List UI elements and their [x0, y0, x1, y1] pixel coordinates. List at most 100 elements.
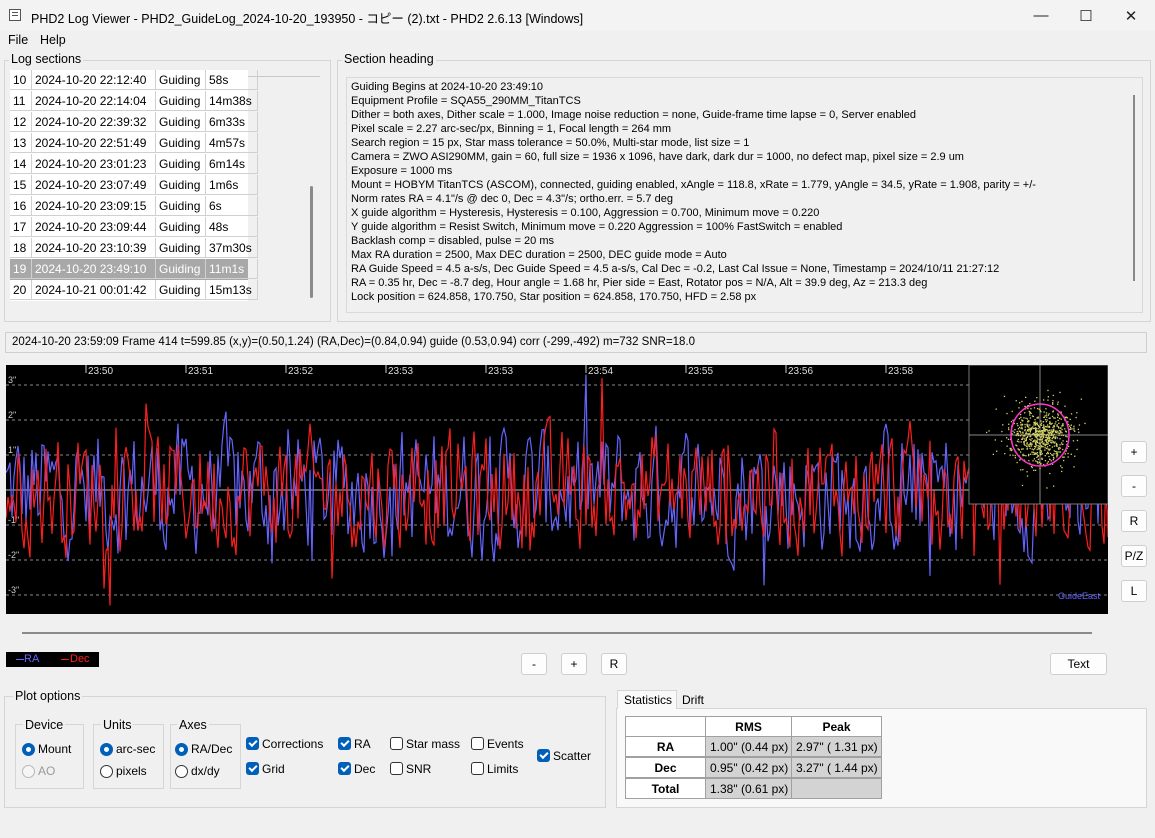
heading-scrollbar[interactable]	[1133, 95, 1135, 281]
mount-radio[interactable]	[22, 743, 35, 756]
guide-graph[interactable]: 23:50 23:51 23:52 23:53 23:53 23:54 23:55 23:56…	[6, 365, 1108, 614]
log-section-type: Guiding	[156, 238, 206, 258]
scatter-point	[1041, 441, 1043, 443]
zoom-in-button[interactable]: +	[1121, 441, 1147, 463]
hzoom-in-button[interactable]: +	[561, 653, 587, 675]
ao-radio[interactable]	[22, 765, 35, 778]
scatter-point	[1060, 427, 1062, 429]
log-section-row[interactable]: 17 2024-10-20 23:09:44 Guiding 48s	[10, 217, 258, 238]
menu-help[interactable]: Help	[40, 33, 66, 47]
scatter-point	[1061, 470, 1063, 473]
text-button[interactable]: Text	[1050, 653, 1107, 675]
scatter-point	[1039, 449, 1041, 451]
scatter-point	[1030, 445, 1033, 447]
scatter-point	[1049, 422, 1051, 424]
log-section-row[interactable]: 18 2024-10-20 23:10:39 Guiding 37m30s	[10, 238, 258, 259]
scatter-point	[1044, 447, 1046, 449]
tab-drift[interactable]: Drift	[682, 693, 704, 707]
scatter-point	[1047, 432, 1050, 434]
scatter-point	[1001, 430, 1003, 433]
scatter-point	[1017, 424, 1019, 427]
scatter-checkbox[interactable]	[537, 749, 550, 762]
scatter-point	[1056, 424, 1058, 426]
scatter-point	[1076, 412, 1078, 414]
dxdy-radio[interactable]	[175, 765, 188, 778]
scatter-point	[1049, 429, 1051, 431]
radec-radio[interactable]	[175, 743, 188, 756]
scatter-point	[1032, 451, 1034, 453]
ra-checkbox[interactable]	[338, 737, 351, 750]
scatter-point	[1052, 441, 1054, 444]
events-checkbox[interactable]	[471, 737, 484, 750]
log-section-row[interactable]: 12 2024-10-20 22:39:32 Guiding 6m33s	[10, 112, 258, 133]
scatter-point	[1050, 429, 1052, 431]
graph-scrollbar[interactable]	[22, 632, 1092, 634]
scatter-point	[1026, 443, 1028, 445]
log-section-row[interactable]: 14 2024-10-20 23:01:23 Guiding 6m14s	[10, 154, 258, 175]
log-section-row[interactable]: 16 2024-10-20 23:09:15 Guiding 6s	[10, 196, 258, 217]
log-section-row[interactable]: 10 2024-10-20 22:12:40 Guiding 58s	[10, 70, 258, 91]
zoom-out-button[interactable]: -	[1121, 475, 1147, 497]
pan-zoom-button[interactable]: P/Z	[1121, 545, 1147, 567]
maximize-button[interactable]: ☐	[1063, 0, 1109, 31]
snr-checkbox[interactable]	[390, 762, 403, 775]
scatter-point	[1056, 452, 1058, 454]
scatter-point	[1045, 414, 1048, 416]
dec-checkbox[interactable]	[338, 762, 351, 775]
scatter-point	[1009, 447, 1011, 450]
scatter-point	[1018, 418, 1021, 420]
scatter-point	[1006, 437, 1008, 439]
arcsec-radio[interactable]	[100, 743, 113, 756]
scatter-point	[1014, 454, 1016, 457]
l-button[interactable]: L	[1121, 580, 1147, 602]
scatter-point	[1043, 424, 1045, 426]
scatter-point	[1039, 409, 1041, 412]
log-section-row[interactable]: 15 2024-10-20 23:07:49 Guiding 1m6s	[10, 175, 258, 196]
scatter-point	[1052, 400, 1054, 402]
scatter-point	[1026, 418, 1029, 420]
scatter-point	[1055, 421, 1057, 423]
log-section-row[interactable]: 20 2024-10-21 00:01:42 Guiding 15m13s	[10, 280, 258, 301]
scatter-point	[1030, 435, 1032, 437]
stats-peak-value: 2.97" ( 1.31 px)	[791, 736, 882, 757]
scatter-point	[1039, 426, 1041, 428]
limits-checkbox[interactable]	[471, 762, 484, 775]
y-tick-label: -2"	[8, 550, 19, 560]
scatter-point	[1023, 454, 1025, 457]
log-section-row[interactable]: 19 2024-10-20 23:49:10 Guiding 11m1s	[10, 259, 258, 280]
grid-label: Grid	[262, 762, 285, 776]
scatter-point	[1055, 450, 1057, 453]
scatter-point	[1045, 439, 1047, 441]
scatter-point	[1028, 460, 1030, 462]
scatter-point	[1054, 417, 1056, 419]
scatter-point	[1070, 424, 1072, 426]
grid-checkbox[interactable]	[246, 762, 259, 775]
pixels-radio[interactable]	[100, 765, 113, 778]
scatter-point	[1046, 446, 1049, 448]
log-section-row[interactable]: 13 2024-10-20 22:51:49 Guiding 4m57s	[10, 133, 258, 154]
starmass-checkbox[interactable]	[390, 737, 403, 750]
hzoom-out-button[interactable]: -	[521, 653, 547, 675]
scatter-point	[1047, 426, 1049, 428]
scatter-point	[1040, 445, 1042, 447]
scatter-point	[1047, 399, 1049, 401]
scatter-point	[1029, 417, 1032, 419]
scatter-point	[1038, 435, 1040, 437]
scatter-point	[1016, 433, 1018, 435]
menu-file[interactable]: File	[8, 33, 28, 47]
hreset-button[interactable]: R	[601, 653, 627, 675]
log-section-row[interactable]: 11 2024-10-20 22:14:04 Guiding 14m38s	[10, 91, 258, 112]
scatter-point	[1034, 400, 1036, 402]
minimize-button[interactable]: —	[1018, 0, 1064, 31]
scatter-point	[1051, 454, 1053, 456]
scatter-point	[1034, 469, 1037, 471]
tab-statistics[interactable]: Statistics	[617, 690, 677, 709]
log-list-scrollbar[interactable]	[310, 186, 313, 298]
close-button[interactable]: ✕	[1108, 0, 1154, 31]
scatter-point	[1023, 442, 1025, 444]
reset-button[interactable]: R	[1121, 510, 1147, 532]
scatter-point	[1008, 427, 1010, 429]
corrections-checkbox[interactable]	[246, 737, 259, 750]
scatter-point	[1064, 405, 1066, 407]
scatter-point	[1025, 417, 1027, 419]
